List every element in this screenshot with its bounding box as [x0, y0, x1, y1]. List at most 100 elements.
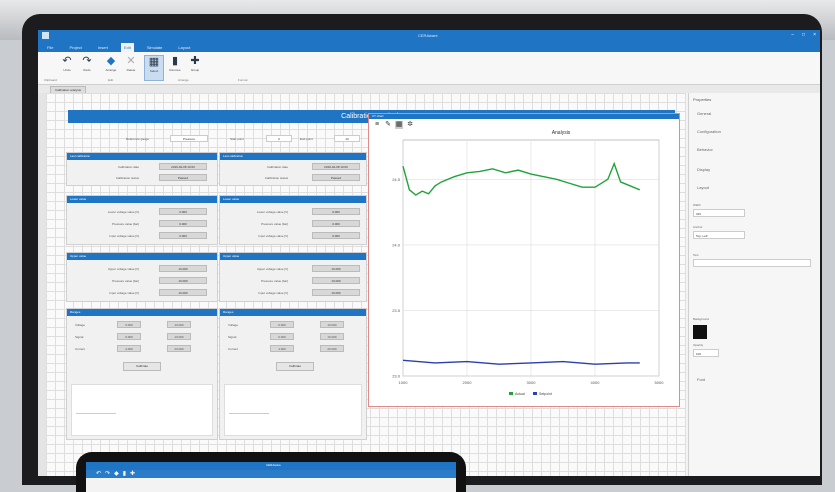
- section-layout[interactable]: Layout: [697, 185, 709, 190]
- range-min-field[interactable]: 4.000: [270, 345, 294, 352]
- delete-button[interactable]: ✕ Delete: [122, 55, 140, 79]
- legend-swatch: [533, 392, 537, 395]
- menu-project[interactable]: Project: [66, 43, 84, 52]
- value-field[interactable]: 10.000: [312, 277, 360, 284]
- param-label: Reference gauge: [126, 137, 150, 141]
- param-label: Start point: [230, 137, 244, 141]
- width-field[interactable]: 310: [693, 209, 745, 217]
- remove-button[interactable]: ▮ Remove: [166, 55, 184, 79]
- value-field[interactable]: 10.000: [159, 277, 207, 284]
- select-icon: ▦: [148, 56, 160, 68]
- close-icon[interactable]: ×: [813, 32, 816, 38]
- calibration-panel: Last calibration Calibration date 2019-04…: [66, 152, 218, 186]
- notes-area[interactable]: [224, 384, 362, 436]
- range-min-field[interactable]: 0.000: [270, 321, 294, 328]
- document-tabs: Calibration analysis: [38, 85, 820, 95]
- value-field[interactable]: 10.000: [159, 265, 207, 272]
- range-max-field[interactable]: 10.000: [320, 321, 344, 328]
- maximize-icon[interactable]: □: [802, 32, 805, 38]
- select-button[interactable]: ▦ Select: [144, 55, 164, 81]
- value-field[interactable]: 0.000: [159, 220, 207, 227]
- undo-button[interactable]: ↶ Undo: [58, 55, 76, 79]
- phone-menu: [86, 470, 456, 478]
- range-max-field[interactable]: 10.000: [167, 321, 191, 328]
- ribbon-group-format: Format: [238, 78, 248, 82]
- value-field[interactable]: 10.000: [312, 265, 360, 272]
- text-label: Text: [693, 253, 699, 257]
- properties-panel: Properties General Configuration Behavio…: [688, 93, 820, 476]
- trash-icon: ▮: [171, 55, 179, 67]
- section-font[interactable]: Font: [697, 377, 705, 382]
- range-min-field[interactable]: 0.000: [117, 333, 141, 340]
- section-display[interactable]: Display: [697, 167, 710, 172]
- range-min-field[interactable]: 0.000: [117, 321, 141, 328]
- trash-icon[interactable]: ▮: [123, 470, 126, 477]
- undo-icon[interactable]: ↶: [96, 470, 101, 477]
- value-field[interactable]: 0.000: [312, 220, 360, 227]
- plus-icon[interactable]: ✚: [130, 470, 135, 477]
- menu-simulate[interactable]: Simulate: [144, 43, 166, 52]
- param-end-input[interactable]: 10: [334, 135, 360, 142]
- properties-title: Properties: [693, 97, 712, 102]
- range-max-field[interactable]: 10.000: [167, 333, 191, 340]
- redo-button[interactable]: ↷ Redo: [78, 55, 96, 79]
- calibrate-button[interactable]: Calibrate: [276, 362, 314, 371]
- group-button[interactable]: ✚ Group: [186, 55, 204, 79]
- menu-insert[interactable]: Insert: [95, 43, 111, 52]
- calibration-status-field[interactable]: Passed: [312, 174, 360, 181]
- value-field[interactable]: 0.000: [159, 232, 207, 239]
- calibrate-button[interactable]: Calibrate: [123, 362, 161, 371]
- menu-layout[interactable]: Layout: [175, 43, 193, 52]
- minimize-icon[interactable]: –: [791, 32, 794, 38]
- panel-header: Upper value: [67, 253, 217, 260]
- range-min-field[interactable]: 4.000: [117, 345, 141, 352]
- window-title: CERAware: [418, 33, 438, 38]
- panel-header: Lower value: [67, 196, 217, 203]
- x-tick-label: 1000: [399, 380, 409, 385]
- value-field[interactable]: 0.000: [312, 208, 360, 215]
- field-label: Anchor: [693, 225, 703, 229]
- value-field[interactable]: 10.000: [312, 289, 360, 296]
- calibration-date-field[interactable]: 2019-04-08 10:00: [312, 163, 360, 170]
- y-tick-label: 24.5: [392, 177, 401, 182]
- menu-file[interactable]: File: [44, 43, 56, 52]
- param-reference-input[interactable]: Pressure: [170, 135, 208, 142]
- section-general[interactable]: General: [697, 111, 711, 116]
- lower-value-panel: Lower value Lower voltage value [V] 0.000…: [66, 195, 218, 245]
- arrange-icon[interactable]: ◆: [114, 470, 119, 477]
- lower-value-panel: Lower value Lower voltage value [V] 0.000…: [219, 195, 367, 245]
- menu-edit[interactable]: Edit: [120, 43, 134, 52]
- menu-bar: File Project Insert Edit Simulate Layout: [38, 43, 820, 52]
- anchor-field[interactable]: Top, Left: [693, 231, 745, 239]
- range-max-field[interactable]: 10.000: [320, 333, 344, 340]
- legend-label: Actual: [515, 392, 525, 396]
- y-tick-label: 23.0: [392, 374, 401, 379]
- range-max-field[interactable]: 20.000: [320, 345, 344, 352]
- text-field[interactable]: [693, 259, 811, 267]
- calibration-status-field[interactable]: Passed: [159, 174, 207, 181]
- redo-icon[interactable]: ↷: [105, 470, 110, 477]
- param-start-input[interactable]: 0: [266, 135, 292, 142]
- calibration-date-field[interactable]: 2019-04-08 10:00: [159, 163, 207, 170]
- notes-area[interactable]: [71, 384, 213, 436]
- arrange-button[interactable]: ◆ Arrange: [102, 55, 120, 79]
- opacity-field[interactable]: 100: [693, 349, 719, 357]
- legend-label: Setpoint: [539, 392, 552, 396]
- value-field[interactable]: 0.000: [312, 232, 360, 239]
- ribbon-group-arrange: Arrange: [178, 78, 189, 82]
- section-configuration[interactable]: Configuration: [697, 129, 721, 134]
- color-swatch[interactable]: [693, 325, 707, 339]
- y-tick-label: 23.5: [392, 308, 401, 313]
- value-field[interactable]: 0.000: [159, 208, 207, 215]
- panel-header: Upper value: [220, 253, 366, 260]
- range-max-field[interactable]: 20.000: [167, 345, 191, 352]
- x-tick-label: 4000: [591, 380, 601, 385]
- upper-value-panel: Upper value Upper voltage value [V] 10.00…: [66, 252, 218, 302]
- value-field[interactable]: 10.000: [159, 289, 207, 296]
- range-min-field[interactable]: 0.000: [270, 333, 294, 340]
- app-screen: CERAware – □ × File Project Insert Edit …: [38, 30, 820, 476]
- app-icon: [42, 32, 49, 39]
- section-behavior[interactable]: Behavior: [697, 147, 713, 152]
- chart-panel[interactable]: XY chart ≡ ✎ ▦ ✲ 1000 2000 3000 4000 5000 23.…: [368, 113, 680, 407]
- panel-header: Ranges: [220, 309, 366, 316]
